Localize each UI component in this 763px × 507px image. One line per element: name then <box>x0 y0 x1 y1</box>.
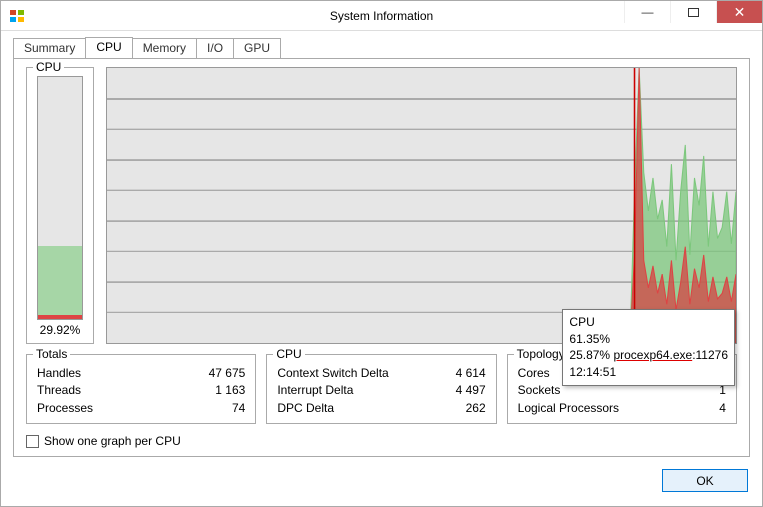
tab-content: CPU 29.92% <box>13 58 750 457</box>
panel-cpu-legend: CPU <box>273 347 304 361</box>
tooltip-top-process-line: 25.87% procexp64.exe:11276 <box>569 347 728 364</box>
totals-processes-value: 74 <box>232 400 245 417</box>
tooltip-total: 61.35% <box>569 331 728 348</box>
cpu-bar-kernel <box>38 315 82 319</box>
checkbox-row: Show one graph per CPU <box>26 434 737 448</box>
footer: OK <box>1 469 762 506</box>
cpu-bar-group: CPU 29.92% <box>26 67 94 344</box>
tab-summary[interactable]: Summary <box>13 38 86 59</box>
tabstrip: Summary CPU Memory I/O GPU <box>1 31 762 58</box>
cpu-dpc-value: 262 <box>466 400 486 417</box>
tooltip-time: 12:14:51 <box>569 364 728 381</box>
tooltip-top-process: procexp64.exe <box>613 348 692 362</box>
window-buttons: — ✕ <box>624 1 762 23</box>
tab-memory[interactable]: Memory <box>132 38 197 59</box>
panel-totals: Totals Handles47 675 Threads1 163 Proces… <box>26 354 256 424</box>
ok-button[interactable]: OK <box>662 469 748 492</box>
graph-tooltip: CPU 61.35% 25.87% procexp64.exe:11276 12… <box>562 309 735 386</box>
totals-handles-label: Handles <box>37 365 81 382</box>
cpu-bar-percent: 29.92% <box>40 323 81 337</box>
cpu-graph <box>106 67 737 344</box>
cpu-bar <box>37 76 83 320</box>
maximize-button[interactable] <box>670 1 716 23</box>
tooltip-top-percent: 25.87% <box>569 348 613 362</box>
totals-threads-value: 1 163 <box>215 382 245 399</box>
tab-gpu[interactable]: GPU <box>233 38 281 59</box>
tab-cpu[interactable]: CPU <box>85 37 132 58</box>
cpu-interrupt-label: Interrupt Delta <box>277 382 353 399</box>
cpu-ctxswitch-value: 4 614 <box>456 365 486 382</box>
upper-row: CPU 29.92% <box>26 67 737 344</box>
cpu-interrupt-value: 4 497 <box>456 382 486 399</box>
tooltip-title: CPU <box>569 314 728 331</box>
totals-threads-label: Threads <box>37 382 81 399</box>
cpu-ctxswitch-label: Context Switch Delta <box>277 365 388 382</box>
totals-processes-label: Processes <box>37 400 93 417</box>
topo-logical-label: Logical Processors <box>518 400 619 417</box>
titlebar: System Information — ✕ <box>1 1 762 31</box>
show-one-graph-label[interactable]: Show one graph per CPU <box>44 434 181 448</box>
totals-handles-value: 47 675 <box>209 365 246 382</box>
close-button[interactable]: ✕ <box>716 1 762 23</box>
cpu-dpc-label: DPC Delta <box>277 400 334 417</box>
tab-io[interactable]: I/O <box>196 38 234 59</box>
panel-totals-legend: Totals <box>33 347 70 361</box>
app-icon <box>9 8 25 24</box>
tooltip-top-pid: :11276 <box>692 348 728 362</box>
cpu-bar-legend: CPU <box>33 60 64 74</box>
topo-logical-value: 4 <box>719 400 726 417</box>
panel-topology-legend: Topology <box>514 347 568 361</box>
cpu-graph-svg <box>107 68 736 343</box>
panel-cpu: CPU Context Switch Delta4 614 Interrupt … <box>266 354 496 424</box>
window: System Information — ✕ Summary CPU Memor… <box>0 0 763 507</box>
topo-cores-label: Cores <box>518 365 550 382</box>
show-one-graph-checkbox[interactable] <box>26 435 39 448</box>
cpu-bar-fill <box>38 246 82 319</box>
minimize-button[interactable]: — <box>624 1 670 23</box>
topo-sockets-label: Sockets <box>518 382 561 399</box>
